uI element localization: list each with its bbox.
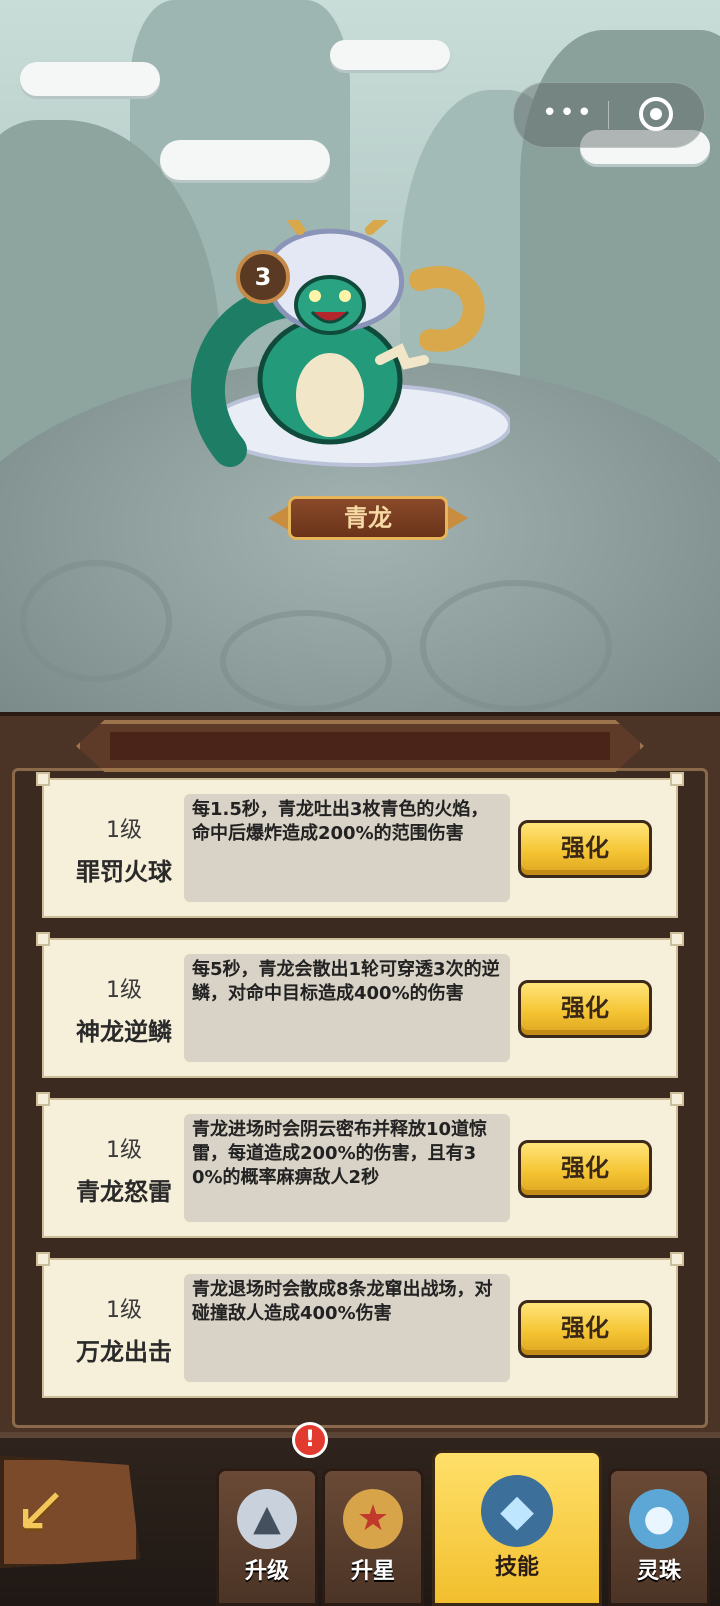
tab-upgrade[interactable]: ▲ 升级: [216, 1468, 318, 1606]
ground-swirl: [220, 610, 392, 712]
dragon-horns: [286, 220, 389, 235]
cloud: [330, 40, 450, 70]
upgrade-alert-badge: !: [292, 1422, 328, 1458]
skill-level: 1级: [106, 978, 142, 1003]
tab-spirit-orb[interactable]: ● 灵珠: [608, 1468, 710, 1606]
skill-name: 罪罚火球: [76, 858, 172, 886]
skill-card: 1级 神龙逆鳞 每5秒，青龙会散出1轮可穿透3次的逆鳞，对命中目标造成400%的…: [36, 932, 684, 1078]
spirit-orb-icon: ●: [629, 1489, 689, 1549]
bottom-nav: ↙ ▲ 升级 ★ 升星 ◆ 技能 ● 灵珠: [0, 1432, 720, 1606]
hero-name: 青龙: [344, 504, 392, 532]
dragon-claw: [375, 343, 429, 370]
enhance-button[interactable]: 强化: [518, 1300, 652, 1358]
enhance-button[interactable]: 强化: [518, 980, 652, 1038]
skill-level: 1级: [106, 818, 142, 843]
dragon-eye: [339, 290, 351, 302]
enhance-button[interactable]: 强化: [518, 1140, 652, 1198]
dragon-eye: [309, 290, 321, 302]
hero-name-plate: 青龙: [268, 492, 468, 546]
hero-level-badge: 3: [236, 250, 290, 304]
skill-level: 1级: [106, 1138, 142, 1163]
menu-divider: [608, 101, 609, 129]
tab-skills[interactable]: ◆ 技能: [432, 1450, 602, 1606]
enhance-button[interactable]: 强化: [518, 820, 652, 878]
tab-label: 技能: [494, 1555, 539, 1580]
dragon-horn-curl: [409, 266, 485, 352]
skill-card: 1级 万龙出击 青龙退场时会散成8条龙窜出战场，对碰撞敌人造成400%伤害 强化: [36, 1252, 684, 1398]
dragon-belly: [296, 353, 364, 437]
skill-description: 每1.5秒，青龙吐出3枚青色的火焰，命中后爆炸造成200%的范围伤害: [184, 794, 510, 902]
skill-name: 神龙逆鳞: [76, 1018, 172, 1046]
skills-panel-header: [76, 720, 644, 772]
skill-level: 1级: [106, 1298, 142, 1323]
back-arrow-icon: ↙: [14, 1472, 68, 1546]
tab-label: 升级: [244, 1559, 289, 1584]
tab-label: 灵珠: [636, 1559, 681, 1584]
skill-card: 1级 青龙怒雷 青龙进场时会阴云密布并释放10道惊雷，每道造成200%的伤害，且…: [36, 1092, 684, 1238]
dragon-portrait: [190, 220, 510, 467]
skill-name: 万龙出击: [76, 1338, 172, 1366]
dragon-head-upgrade-icon: ▲: [237, 1489, 297, 1549]
cloud: [160, 140, 330, 180]
skill-name: 青龙怒雷: [76, 1178, 172, 1206]
skill-card: 1级 罪罚火球 每1.5秒，青龙吐出3枚青色的火焰，命中后爆炸造成200%的范围…: [36, 772, 684, 918]
target-close-icon[interactable]: [639, 97, 673, 131]
back-button[interactable]: ↙: [0, 1456, 140, 1568]
ground-swirl: [20, 560, 172, 682]
skill-stone-icon: ◆: [481, 1475, 553, 1547]
more-dots-icon[interactable]: •••: [542, 100, 594, 126]
tab-star-up[interactable]: ★ 升星: [322, 1468, 424, 1606]
skills-panel: 1级 罪罚火球 每1.5秒，青龙吐出3枚青色的火焰，命中后爆炸造成200%的范围…: [0, 712, 720, 1436]
ground-swirl: [420, 580, 612, 712]
skill-description: 每5秒，青龙会散出1轮可穿透3次的逆鳞，对命中目标造成400%的伤害: [184, 954, 510, 1062]
skill-description: 青龙进场时会阴云密布并释放10道惊雷，每道造成200%的伤害，且有30%的概率麻…: [184, 1114, 510, 1222]
star-emblem-icon: ★: [343, 1489, 403, 1549]
mini-program-menu[interactable]: •••: [513, 82, 705, 148]
tab-label: 升星: [350, 1559, 395, 1584]
hero-scene: ••• 3 青龙: [0, 0, 720, 720]
dragon-head: [294, 275, 366, 335]
cloud: [20, 62, 160, 96]
skill-description: 青龙退场时会散成8条龙窜出战场，对碰撞敌人造成400%伤害: [184, 1274, 510, 1382]
